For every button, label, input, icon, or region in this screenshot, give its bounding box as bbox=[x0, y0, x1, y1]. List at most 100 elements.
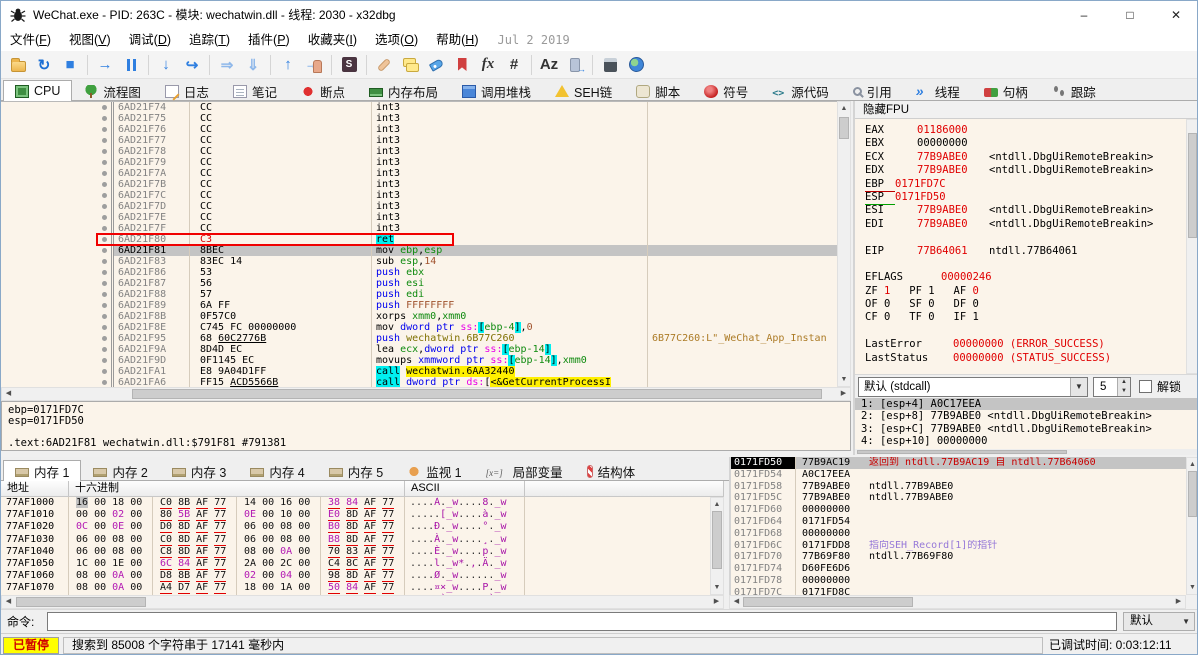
register-value[interactable]: 00000000 (STATUS_SUCCESS) bbox=[953, 352, 1111, 364]
disasm-row[interactable]: 6AD21F8B0F57C0xorps xmm0,xmm0 bbox=[1, 311, 837, 322]
disasm-row[interactable]: 6AD21F79CCint3 bbox=[1, 157, 837, 168]
breakpoint-dot[interactable] bbox=[102, 347, 107, 352]
stack-row[interactable]: 0171FD5877B9ABE0ntdll.77B9ABE0 bbox=[731, 481, 1186, 493]
pause-button[interactable] bbox=[118, 52, 144, 78]
dump-view[interactable]: 77AF100016 00 18 00C0 8B AF 7714 00 16 0… bbox=[1, 497, 710, 595]
scroll-down-icon[interactable]: ▼ bbox=[1187, 581, 1198, 594]
chevron-down-icon[interactable]: ▼ bbox=[1070, 378, 1087, 396]
breakpoint-dot[interactable] bbox=[102, 160, 107, 165]
breakpoint-dot[interactable] bbox=[102, 259, 107, 264]
minimize-button[interactable]: – bbox=[1061, 1, 1107, 29]
dump-row[interactable]: 77AF101000 00 02 0080 5B AF 770E 00 10 0… bbox=[1, 509, 710, 521]
spin-down-icon[interactable]: ▼ bbox=[1118, 387, 1130, 396]
stack-row[interactable]: 0171FD6800000000 bbox=[731, 528, 1186, 540]
stack-row[interactable]: 0171FD6C0171FDD8指向SEH_Record[1]的指针 bbox=[731, 540, 1186, 552]
bookmarks-button[interactable] bbox=[449, 52, 475, 78]
tab-内存 5[interactable]: 内存 5 bbox=[317, 460, 395, 481]
breakpoint-dot[interactable] bbox=[102, 116, 107, 121]
breakpoint-dot[interactable] bbox=[102, 193, 107, 198]
scroll-up-icon[interactable]: ▲ bbox=[711, 498, 723, 511]
disasm-row[interactable]: 6AD21F8653push ebx bbox=[1, 267, 837, 278]
execute-till-return-button[interactable]: ↑ bbox=[275, 52, 301, 78]
disasm-row[interactable]: 6AD21F8383EC 14sub esp,14 bbox=[1, 256, 837, 267]
command-input[interactable] bbox=[47, 612, 1117, 631]
disasm-row[interactable]: 6AD21F896A FFpush FFFFFFFF bbox=[1, 300, 837, 311]
breakpoint-dot[interactable] bbox=[102, 171, 107, 176]
calling-convention-select[interactable]: 默认 (stdcall) ▼ bbox=[858, 377, 1088, 397]
stack-horizontal-scrollbar[interactable]: ◀▶ bbox=[729, 595, 1186, 609]
dump-row[interactable]: 77AF10200C 00 0E 00D0 8D AF 7706 00 08 0… bbox=[1, 521, 710, 533]
scroll-left-icon[interactable]: ◀ bbox=[2, 388, 15, 400]
tab-线程[interactable]: 线程 bbox=[904, 80, 972, 101]
argument-row[interactable]: 2: [esp+8] 77B9ABE0 <ntdll.DbgUiRemoteBr… bbox=[855, 410, 1198, 422]
disasm-row[interactable]: 6AD21F8EC745 FC 00000000mov dword ptr ss… bbox=[1, 322, 837, 333]
disasm-row[interactable]: 6AD21F76CCint3 bbox=[1, 124, 837, 135]
calculator-button[interactable] bbox=[597, 52, 623, 78]
disasm-row[interactable]: 6AD21F9568 60C2776Bpush wechatwin.6B77C2… bbox=[1, 333, 837, 344]
register-value[interactable]: 77B9ABE0 bbox=[917, 151, 968, 163]
breakpoint-dot[interactable] bbox=[102, 226, 107, 231]
tab-结构体[interactable]: 结构体 bbox=[575, 460, 648, 481]
menu-item[interactable]: 文件(F) bbox=[1, 29, 60, 51]
scroll-right-icon[interactable]: ▶ bbox=[837, 388, 850, 400]
breakpoint-dot[interactable] bbox=[102, 270, 107, 275]
scroll-up-icon[interactable]: ▲ bbox=[838, 102, 850, 115]
disasm-row[interactable]: 6AD21F9D0F1145 ECmovups xmmword ptr ss:[… bbox=[1, 355, 837, 366]
breakpoint-dot[interactable] bbox=[102, 369, 107, 374]
disasm-row[interactable]: 6AD21F74CCint3 bbox=[1, 102, 837, 113]
run-button[interactable]: → bbox=[92, 52, 118, 78]
breakpoint-dot[interactable] bbox=[102, 215, 107, 220]
register-value[interactable]: 00000246 bbox=[941, 271, 992, 283]
disassembly-vertical-scrollbar[interactable]: ▲▼ bbox=[837, 101, 851, 387]
menu-item[interactable]: 追踪(T) bbox=[180, 29, 239, 51]
dump-row[interactable]: 77AF100016 00 18 00C0 8B AF 7714 00 16 0… bbox=[1, 497, 710, 509]
tab-句柄[interactable]: 句柄 bbox=[972, 80, 1040, 101]
stack-vertical-scrollbar[interactable]: ▲▼ bbox=[1186, 457, 1198, 595]
breakpoint-dot[interactable] bbox=[102, 325, 107, 330]
disassembly-horizontal-scrollbar[interactable]: ◀▶ bbox=[1, 387, 851, 401]
dump-header-1[interactable]: 十六进制 bbox=[69, 481, 405, 496]
comments-button[interactable] bbox=[397, 52, 423, 78]
argument-row[interactable]: 1: [esp+4] A0C17EEA bbox=[855, 398, 1198, 410]
tab-跟踪[interactable]: 跟踪 bbox=[1040, 80, 1108, 101]
step-into-swallow-button[interactable]: ⇓ bbox=[240, 52, 266, 78]
spin-up-icon[interactable]: ▲ bbox=[1118, 378, 1130, 387]
tab-源代码[interactable]: 源代码 bbox=[760, 80, 841, 101]
tab-内存 1[interactable]: 内存 1 bbox=[3, 460, 81, 481]
functions-button[interactable]: fx bbox=[475, 52, 501, 78]
patches-button[interactable] bbox=[371, 52, 397, 78]
register-value[interactable]: 77B9ABE0 bbox=[917, 204, 968, 216]
hide-fpu-button[interactable]: 隐藏FPU bbox=[855, 101, 1198, 119]
internet-button[interactable] bbox=[623, 52, 649, 78]
step-over-button[interactable]: ↪ bbox=[179, 52, 205, 78]
stack-row[interactable]: 0171FD5C77B9ABE0ntdll.77B9ABE0 bbox=[731, 492, 1186, 504]
run-to-selection-button[interactable]: ⇒ bbox=[214, 52, 240, 78]
tab-监视 1[interactable]: 监视 1 bbox=[395, 460, 473, 481]
disasm-row[interactable]: 6AD21F7ACCint3 bbox=[1, 168, 837, 179]
scroll-down-icon[interactable]: ▼ bbox=[711, 581, 723, 594]
register-value[interactable]: 77B64061 bbox=[917, 245, 968, 257]
breakpoint-dot[interactable] bbox=[102, 380, 107, 385]
stack-row[interactable]: 0171FD7077B69F80ntdll.77B69F80 bbox=[731, 551, 1186, 563]
scroll-right-icon[interactable]: ▶ bbox=[710, 596, 723, 608]
dump-header-0[interactable]: 地址 bbox=[1, 481, 69, 496]
step-into-button[interactable]: ↓ bbox=[153, 52, 179, 78]
disasm-row[interactable]: 6AD21F9A8D4D EClea ecx,dword ptr ss:[ebp… bbox=[1, 344, 837, 355]
breakpoint-dot[interactable] bbox=[102, 105, 107, 110]
tab-断点[interactable]: 断点 bbox=[289, 80, 357, 101]
menu-item[interactable]: 调试(D) bbox=[120, 29, 180, 51]
breakpoint-dot[interactable] bbox=[102, 127, 107, 132]
disasm-row[interactable]: 6AD21F7BCCint3 bbox=[1, 179, 837, 190]
registers-vertical-scrollbar[interactable] bbox=[1186, 119, 1198, 374]
disasm-row[interactable]: 6AD21F8756push esi bbox=[1, 278, 837, 289]
dump-header-2[interactable]: ASCII bbox=[405, 481, 525, 496]
argument-row[interactable]: 4: [esp+10] 00000000 bbox=[855, 435, 1198, 447]
scroll-left-icon[interactable]: ◀ bbox=[730, 596, 743, 608]
dump-row[interactable]: 77AF104006 00 08 00C8 8D AF 7708 00 0A 0… bbox=[1, 546, 710, 558]
tab-日志[interactable]: 日志 bbox=[153, 80, 221, 101]
disasm-row[interactable]: 6AD21F7CCCint3 bbox=[1, 190, 837, 201]
hash-button[interactable]: # bbox=[501, 52, 527, 78]
breakpoint-dot[interactable] bbox=[102, 138, 107, 143]
disasm-row[interactable]: 6AD21F8857push edi bbox=[1, 289, 837, 300]
command-profile-select[interactable]: 默认 ▼ bbox=[1123, 612, 1195, 631]
